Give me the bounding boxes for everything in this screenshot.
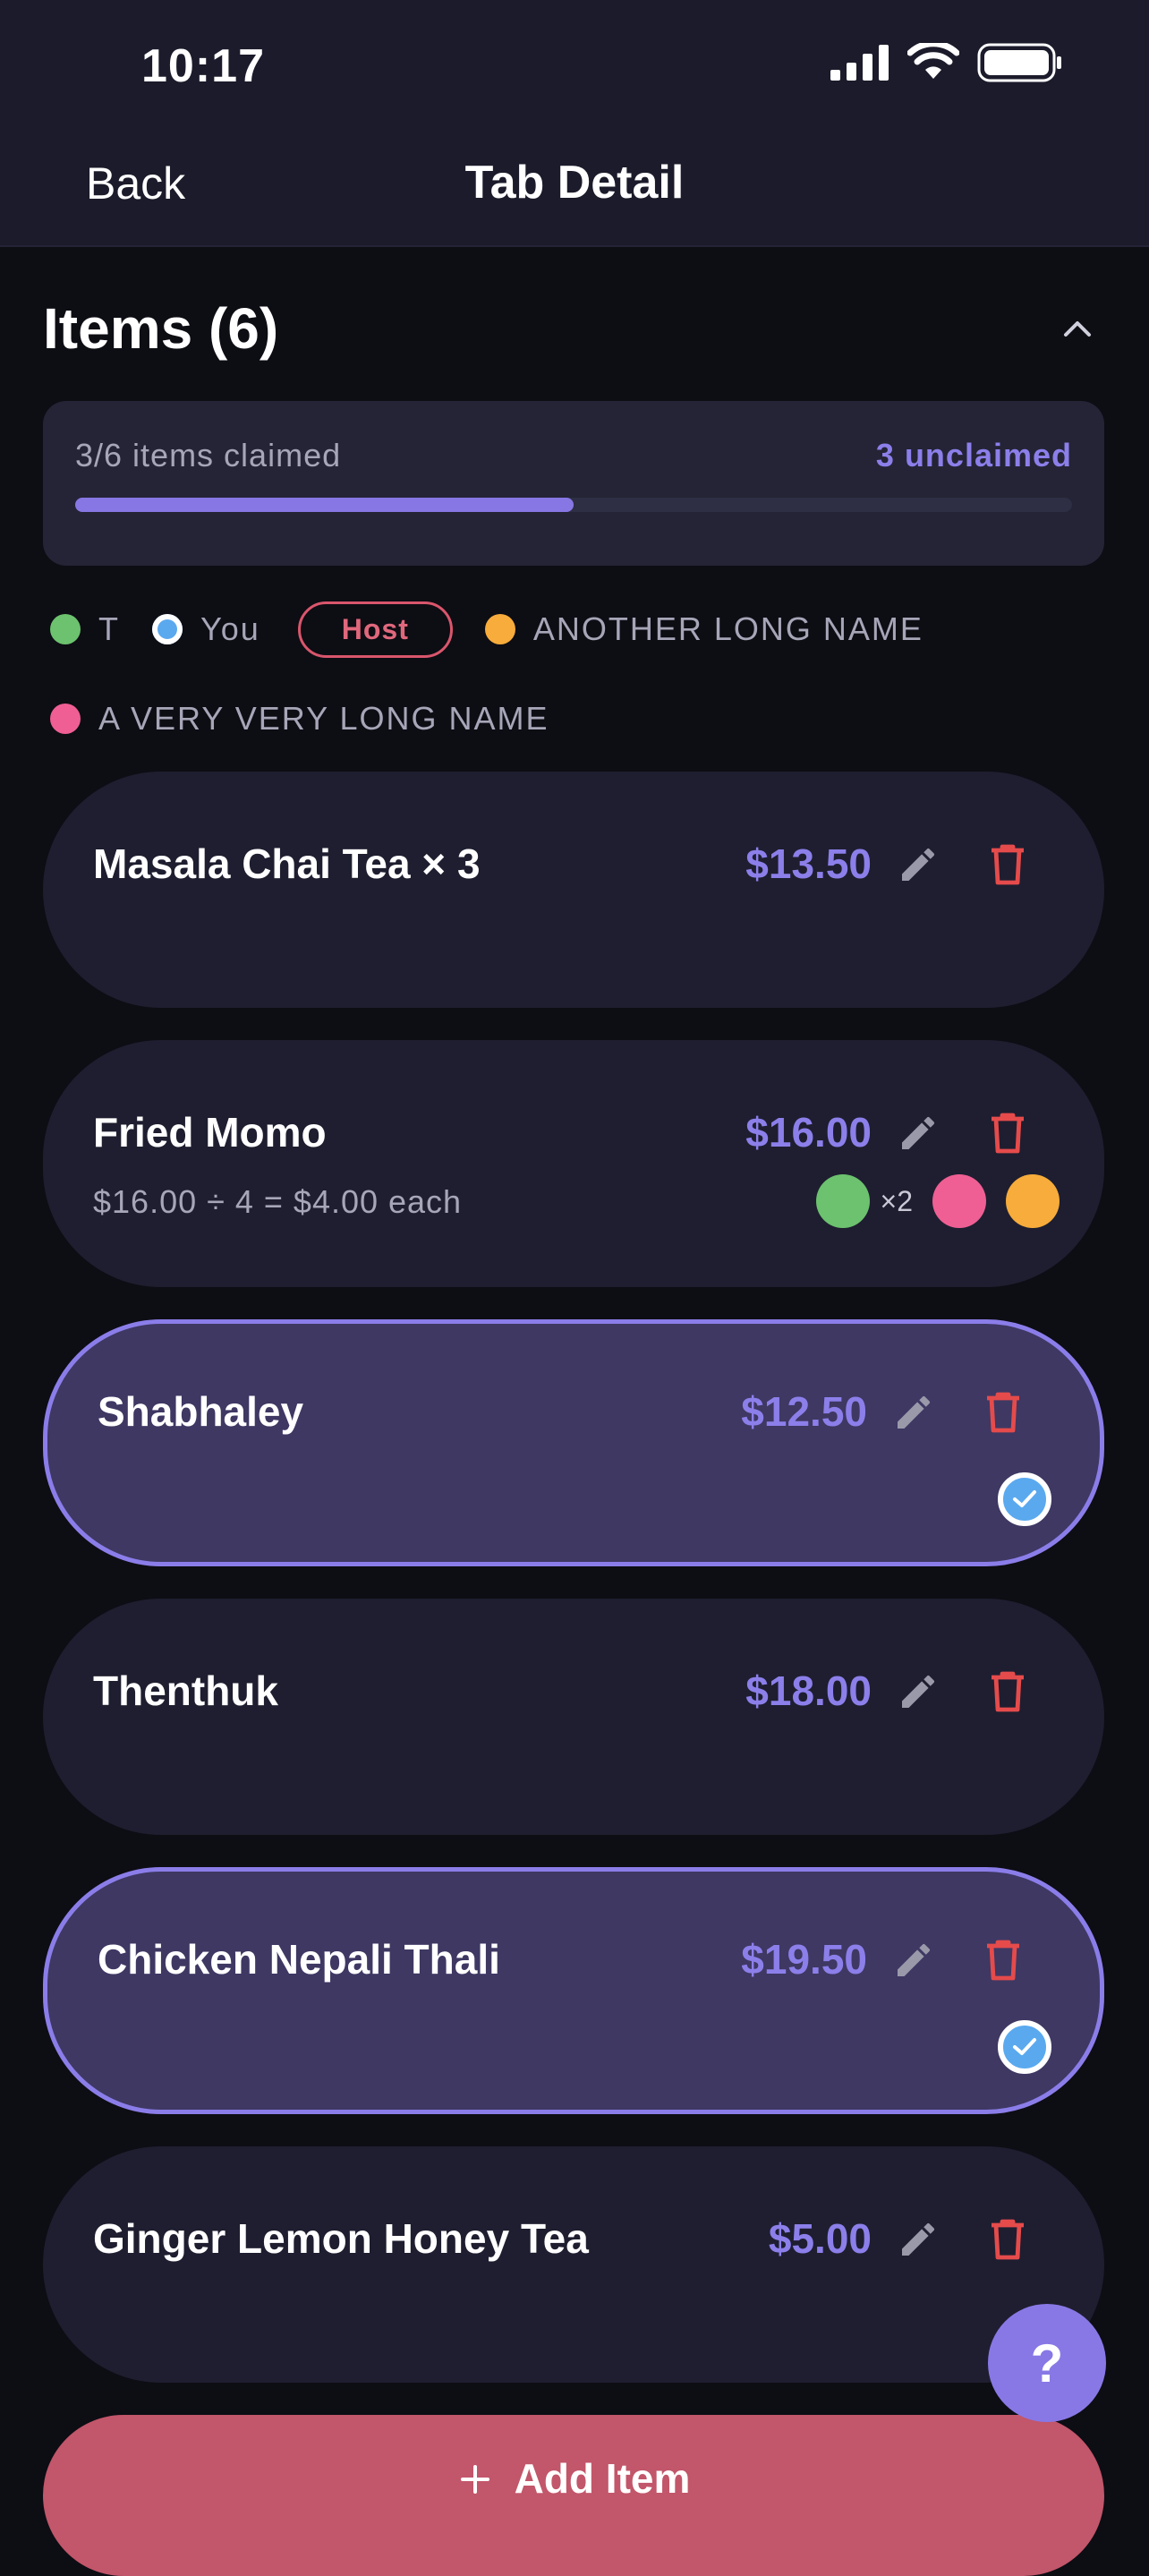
- delete-item-button[interactable]: [983, 1667, 1033, 1717]
- delete-item-button[interactable]: [978, 1387, 1028, 1437]
- trash-icon: [987, 1940, 1019, 1981]
- pencil-icon: [902, 2222, 935, 2256]
- item-name: Chicken Nepali Thali: [98, 1936, 500, 1983]
- participant-color-dot: [484, 614, 515, 644]
- item-name: Ginger Lemon Honey Tea: [93, 2215, 589, 2262]
- item-name: Masala Chai Tea × 3: [93, 840, 481, 887]
- pencil-icon: [898, 1395, 931, 1429]
- item-card-thenthuk[interactable]: Thenthuk $18.00: [43, 1599, 1104, 1835]
- participant-color-dot: [50, 704, 81, 734]
- pencil-icon: [898, 1943, 931, 1976]
- item-name: Fried Momo: [93, 1109, 327, 1156]
- progress-bar-fill: [75, 498, 574, 512]
- unclaimed-count: 3 unclaimed: [875, 437, 1072, 473]
- status-icons: [830, 43, 1063, 82]
- pencil-icon: [902, 1675, 935, 1708]
- item-card-shabhaley[interactable]: Shabhaley $12.50: [43, 1319, 1104, 1566]
- claimed-count: 3/6 items claimed: [75, 437, 342, 473]
- delete-item-button[interactable]: [983, 840, 1033, 890]
- edit-item-button[interactable]: [893, 1108, 943, 1158]
- item-price: $12.50: [741, 1388, 867, 1435]
- edit-item-button[interactable]: [893, 1667, 943, 1717]
- participant-t: T: [50, 598, 120, 661]
- item-name: Shabhaley: [98, 1388, 304, 1435]
- participant-you: You Host: [152, 598, 453, 661]
- item-price: $18.00: [745, 1668, 872, 1714]
- participant-color-dot: [152, 614, 183, 644]
- battery-icon: [977, 43, 1061, 82]
- add-item-label: Add Item: [514, 2455, 691, 2502]
- edit-item-button[interactable]: [889, 1387, 939, 1437]
- chevron-up-icon: [1064, 321, 1091, 337]
- trash-icon: [992, 2219, 1024, 2260]
- progress-bar: [75, 498, 1072, 512]
- item-price: $13.50: [745, 840, 872, 887]
- edit-item-button[interactable]: [893, 2214, 943, 2265]
- page-title: Tab Detail: [464, 157, 685, 209]
- plus-icon: [460, 2465, 489, 2494]
- trash-icon: [992, 1113, 1024, 1154]
- item-claimers: ×2: [815, 1174, 1060, 1228]
- items-section-title: Items (6): [43, 296, 279, 361]
- participant-legend: T You Host ANOTHER LONG NAME A VERY VERY…: [50, 598, 1106, 750]
- delete-item-button[interactable]: [983, 1108, 1033, 1158]
- item-price: $5.00: [768, 2215, 872, 2262]
- delete-item-button[interactable]: [978, 1935, 1028, 1985]
- item-price: $19.50: [741, 1936, 867, 1983]
- participant-name: A VERY VERY LONG NAME: [98, 700, 549, 737]
- item-card-fried-momo[interactable]: Fried Momo $16.00 $16.00 ÷ 4 = $4.00 eac…: [43, 1040, 1104, 1287]
- trash-icon: [992, 1671, 1024, 1712]
- item-price: $16.00: [745, 1109, 872, 1156]
- participant-color-dot: [50, 614, 81, 644]
- cellular-signal-icon: [830, 45, 889, 81]
- item-split-info: $16.00 ÷ 4 = $4.00 each: [93, 1183, 463, 1220]
- item-card-masala-chai-tea[interactable]: Masala Chai Tea × 3 $13.50: [43, 772, 1104, 1008]
- claimed-check-badge: [998, 1472, 1051, 1526]
- add-item-button[interactable]: Add Item: [43, 2415, 1104, 2576]
- claimer-dot-t: [815, 1174, 870, 1228]
- claim-progress-card: 3/6 items claimed 3 unclaimed: [43, 401, 1104, 566]
- participant-name: T: [98, 610, 120, 647]
- trash-icon: [992, 844, 1024, 885]
- collapse-button[interactable]: [1051, 302, 1104, 355]
- edit-item-button[interactable]: [893, 840, 943, 890]
- participant-another-long-name: ANOTHER LONG NAME: [484, 598, 923, 661]
- claimer-dot-a-very-very-long-name: [932, 1174, 986, 1228]
- wifi-icon: [907, 43, 959, 79]
- top-bar: 10:17 Back Tab Detail: [0, 0, 1149, 247]
- claim-multiplier: ×2: [880, 1184, 913, 1217]
- checkmark-icon: [1013, 1490, 1036, 1507]
- trash-icon: [987, 1392, 1019, 1433]
- participant-name: ANOTHER LONG NAME: [532, 610, 923, 647]
- item-name: Thenthuk: [93, 1668, 278, 1714]
- claimed-check-badge: [998, 2020, 1051, 2074]
- item-card-chicken-nepali-thali[interactable]: Chicken Nepali Thali $19.50: [43, 1867, 1104, 2114]
- host-badge: Host: [297, 601, 453, 658]
- help-button[interactable]: ?: [988, 2304, 1106, 2422]
- item-card-ginger-lemon-honey-tea[interactable]: Ginger Lemon Honey Tea $5.00: [43, 2146, 1104, 2383]
- pencil-icon: [902, 848, 935, 881]
- items-section-header: Items (6): [43, 295, 1104, 362]
- checkmark-icon: [1013, 2038, 1036, 2055]
- participant-a-very-very-long-name: A VERY VERY LONG NAME: [50, 687, 549, 750]
- participant-name: You: [200, 610, 260, 647]
- status-time: 10:17: [141, 40, 265, 92]
- pencil-icon: [902, 1116, 935, 1149]
- claimer-dot-another-long-name: [1006, 1174, 1060, 1228]
- edit-item-button[interactable]: [889, 1935, 939, 1985]
- delete-item-button[interactable]: [983, 2214, 1033, 2265]
